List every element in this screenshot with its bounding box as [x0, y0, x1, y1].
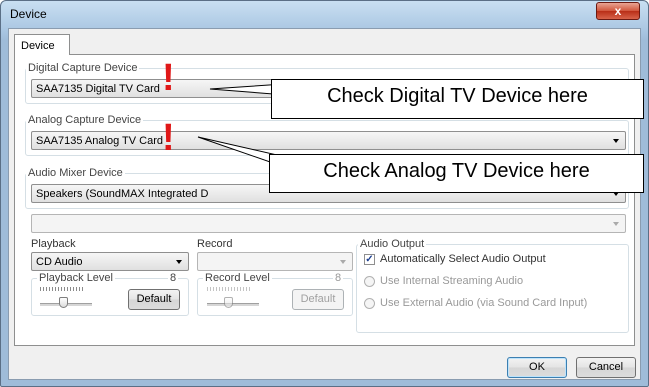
callout-pointers	[197, 82, 300, 173]
digital-warning-icon: !	[162, 57, 175, 99]
digital-callout-box: Check Digital TV Device here	[271, 79, 644, 119]
device-dialog: Device x Device Digital Capture Device S…	[0, 0, 649, 387]
digital-callout-text: Check Digital TV Device here	[327, 85, 588, 107]
analog-warning-icon: !	[162, 117, 175, 159]
analog-callout-box: Check Analog TV Device here	[269, 154, 644, 193]
analog-callout-text: Check Analog TV Device here	[323, 160, 590, 182]
